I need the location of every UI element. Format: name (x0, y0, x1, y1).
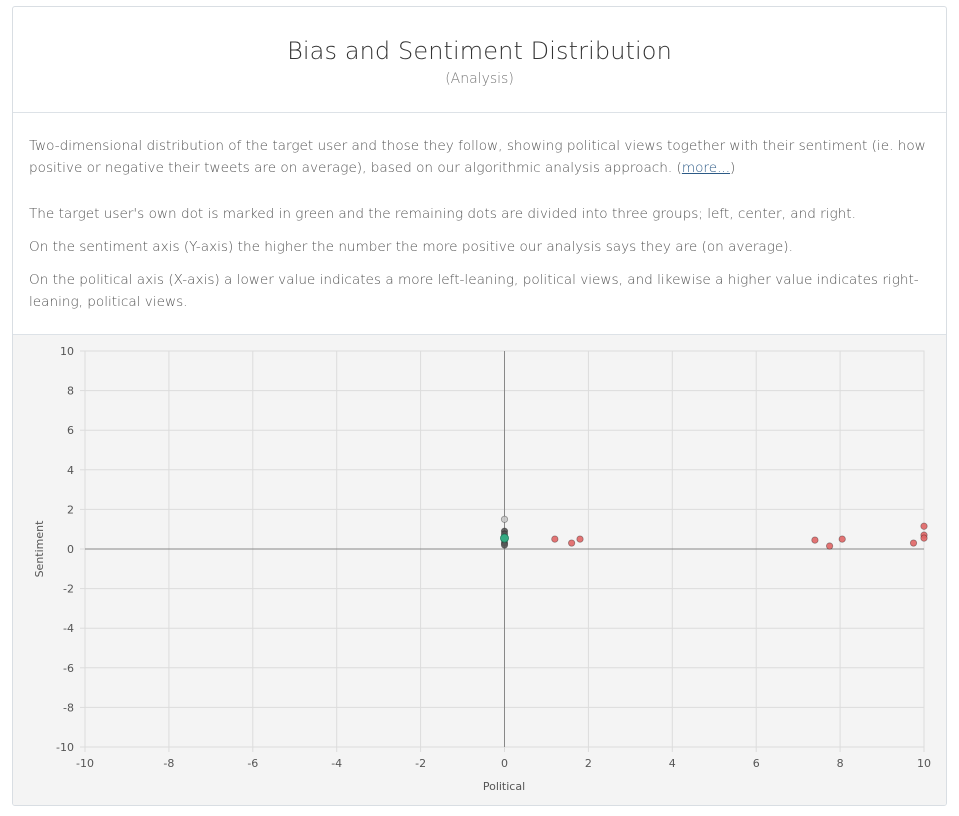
x-tick-label: 10 (917, 757, 931, 770)
y-tick-label: -4 (63, 622, 74, 635)
y-tick-label: -8 (63, 701, 74, 714)
scatter-chart: -10 -8 -6 -4 -2 0 2 4 6 8 10 10 8 6 4 2 0 -2 -4 -6 -8 -10 Pol… (33, 345, 931, 793)
more-link-close-paren: ) (730, 160, 736, 176)
y-axis-title: Sentiment (33, 520, 46, 578)
page-subtitle: (Analysis) (445, 71, 514, 87)
data-point-right (568, 539, 576, 547)
data-point-right (826, 542, 834, 550)
data-point-right (920, 534, 928, 542)
grid-layer (80, 350, 925, 752)
x-tick-label: -10 (76, 757, 94, 770)
data-point-right (551, 535, 559, 543)
y-tick-label: 2 (67, 503, 74, 516)
data-point-right (909, 539, 918, 547)
more-link[interactable]: more... (682, 160, 730, 176)
description-paragraph-1: Two-dimensional distribution of the targ… (29, 135, 930, 179)
x-tick-label: 6 (753, 757, 760, 770)
data-point-right (920, 522, 928, 530)
page-title: Bias and Sentiment Distribution (287, 37, 672, 65)
y-tick-label: -6 (63, 662, 74, 675)
analysis-panel: Bias and Sentiment Distribution (Analysi… (12, 6, 947, 806)
y-tick-label: -2 (63, 583, 74, 596)
x-tick-label: -6 (247, 757, 258, 770)
description-paragraph-2: The target user's own dot is marked in g… (29, 206, 856, 222)
description-text-1: Two-dimensional distribution of the targ… (29, 138, 926, 176)
description-paragraph-3: On the sentiment axis (Y-axis) the highe… (29, 239, 793, 255)
x-axis-title: Political (483, 780, 525, 793)
data-point-right (811, 536, 819, 544)
data-point-center (500, 541, 509, 549)
x-tick-label: 0 (501, 757, 508, 770)
x-tick-label: 8 (837, 757, 844, 770)
panel-header: Bias and Sentiment Distribution (Analysi… (13, 7, 946, 113)
data-point-right (838, 535, 846, 543)
x-tick-label: 2 (585, 757, 592, 770)
description-paragraph-4: On the political axis (X-axis) a lower v… (29, 272, 919, 310)
y-tick-label: 6 (67, 424, 74, 437)
chart-area: -10 -8 -6 -4 -2 0 2 4 6 8 10 10 8 6 4 2 0 -2 -4 -6 -8 -10 Pol… (13, 335, 946, 805)
x-tick-label: 4 (669, 757, 676, 770)
description-section: Two-dimensional distribution of the targ… (13, 113, 946, 335)
data-point-center-faded (500, 515, 509, 523)
x-tick-label: -2 (415, 757, 426, 770)
data-point-right (576, 535, 584, 543)
data-point-target (500, 533, 509, 543)
x-tick-label: -4 (331, 757, 342, 770)
y-tick-label: -10 (56, 741, 74, 754)
x-tick-label: -8 (163, 757, 174, 770)
y-tick-label: 0 (67, 543, 74, 556)
y-tick-label: 10 (60, 345, 74, 358)
y-tick-label: 4 (67, 464, 74, 477)
y-tick-label: 8 (67, 385, 74, 398)
